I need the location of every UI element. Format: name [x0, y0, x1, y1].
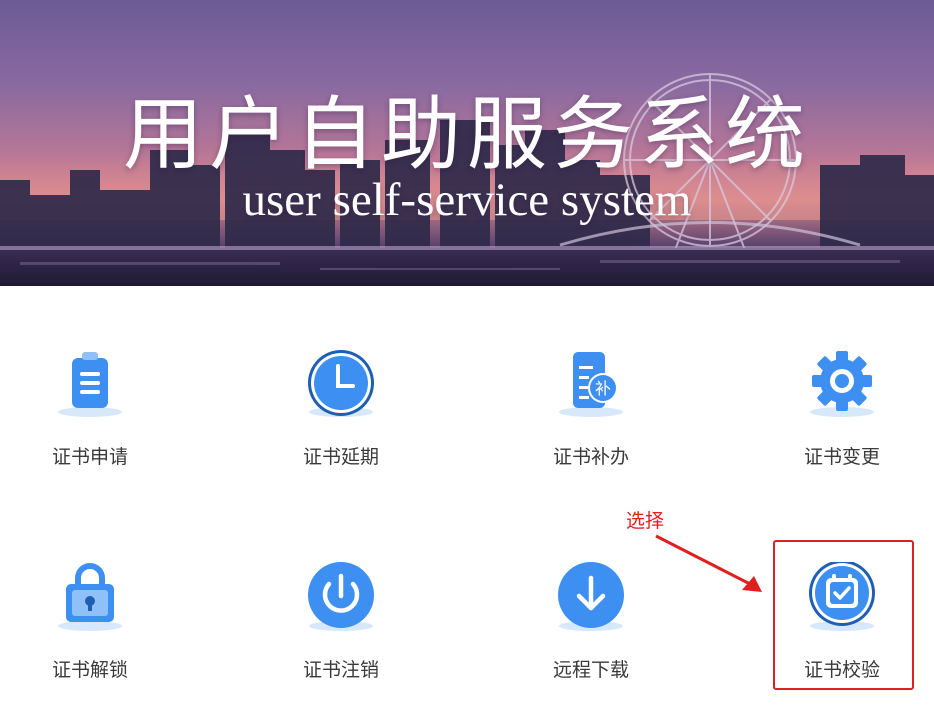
tile-label: 证书申请 [51, 446, 128, 468]
svg-text:补: 补 [595, 379, 611, 398]
clipboard-list-icon [58, 352, 122, 417]
tile-certificate-extend[interactable]: 证书延期 [251, 350, 431, 500]
tile-label: 证书变更 [803, 446, 880, 468]
tile-label: 证书延期 [302, 446, 379, 468]
gear-icon [810, 351, 874, 417]
document-reissue-icon: 补 [559, 352, 623, 417]
annotation-highlight-box [773, 540, 914, 690]
tile-certificate-cancel[interactable]: 证书注销 [251, 562, 431, 712]
tile-certificate-unlock[interactable]: 证书解锁 [0, 562, 180, 712]
tile-label: 证书注销 [302, 659, 379, 681]
power-icon [308, 562, 374, 631]
tile-label: 远程下载 [552, 659, 629, 681]
tile-label: 证书解锁 [51, 659, 128, 681]
padlock-icon [58, 563, 122, 631]
tile-certificate-reissue[interactable]: 补 证书补办 [501, 350, 681, 500]
header-banner: 用户自助服务系统 user self-service system [0, 0, 934, 286]
clock-icon [308, 350, 374, 417]
annotation-arrow-icon [655, 534, 762, 592]
banner-subtitle: user self-service system [242, 174, 692, 226]
download-icon [558, 562, 624, 631]
banner-title: 用户自助服务系统 [123, 88, 811, 181]
tile-certificate-apply[interactable]: 证书申请 [0, 350, 180, 500]
tile-label: 证书补办 [552, 446, 629, 468]
annotation-label: 选择 [626, 510, 665, 532]
tile-certificate-change[interactable]: 证书变更 [752, 350, 932, 500]
